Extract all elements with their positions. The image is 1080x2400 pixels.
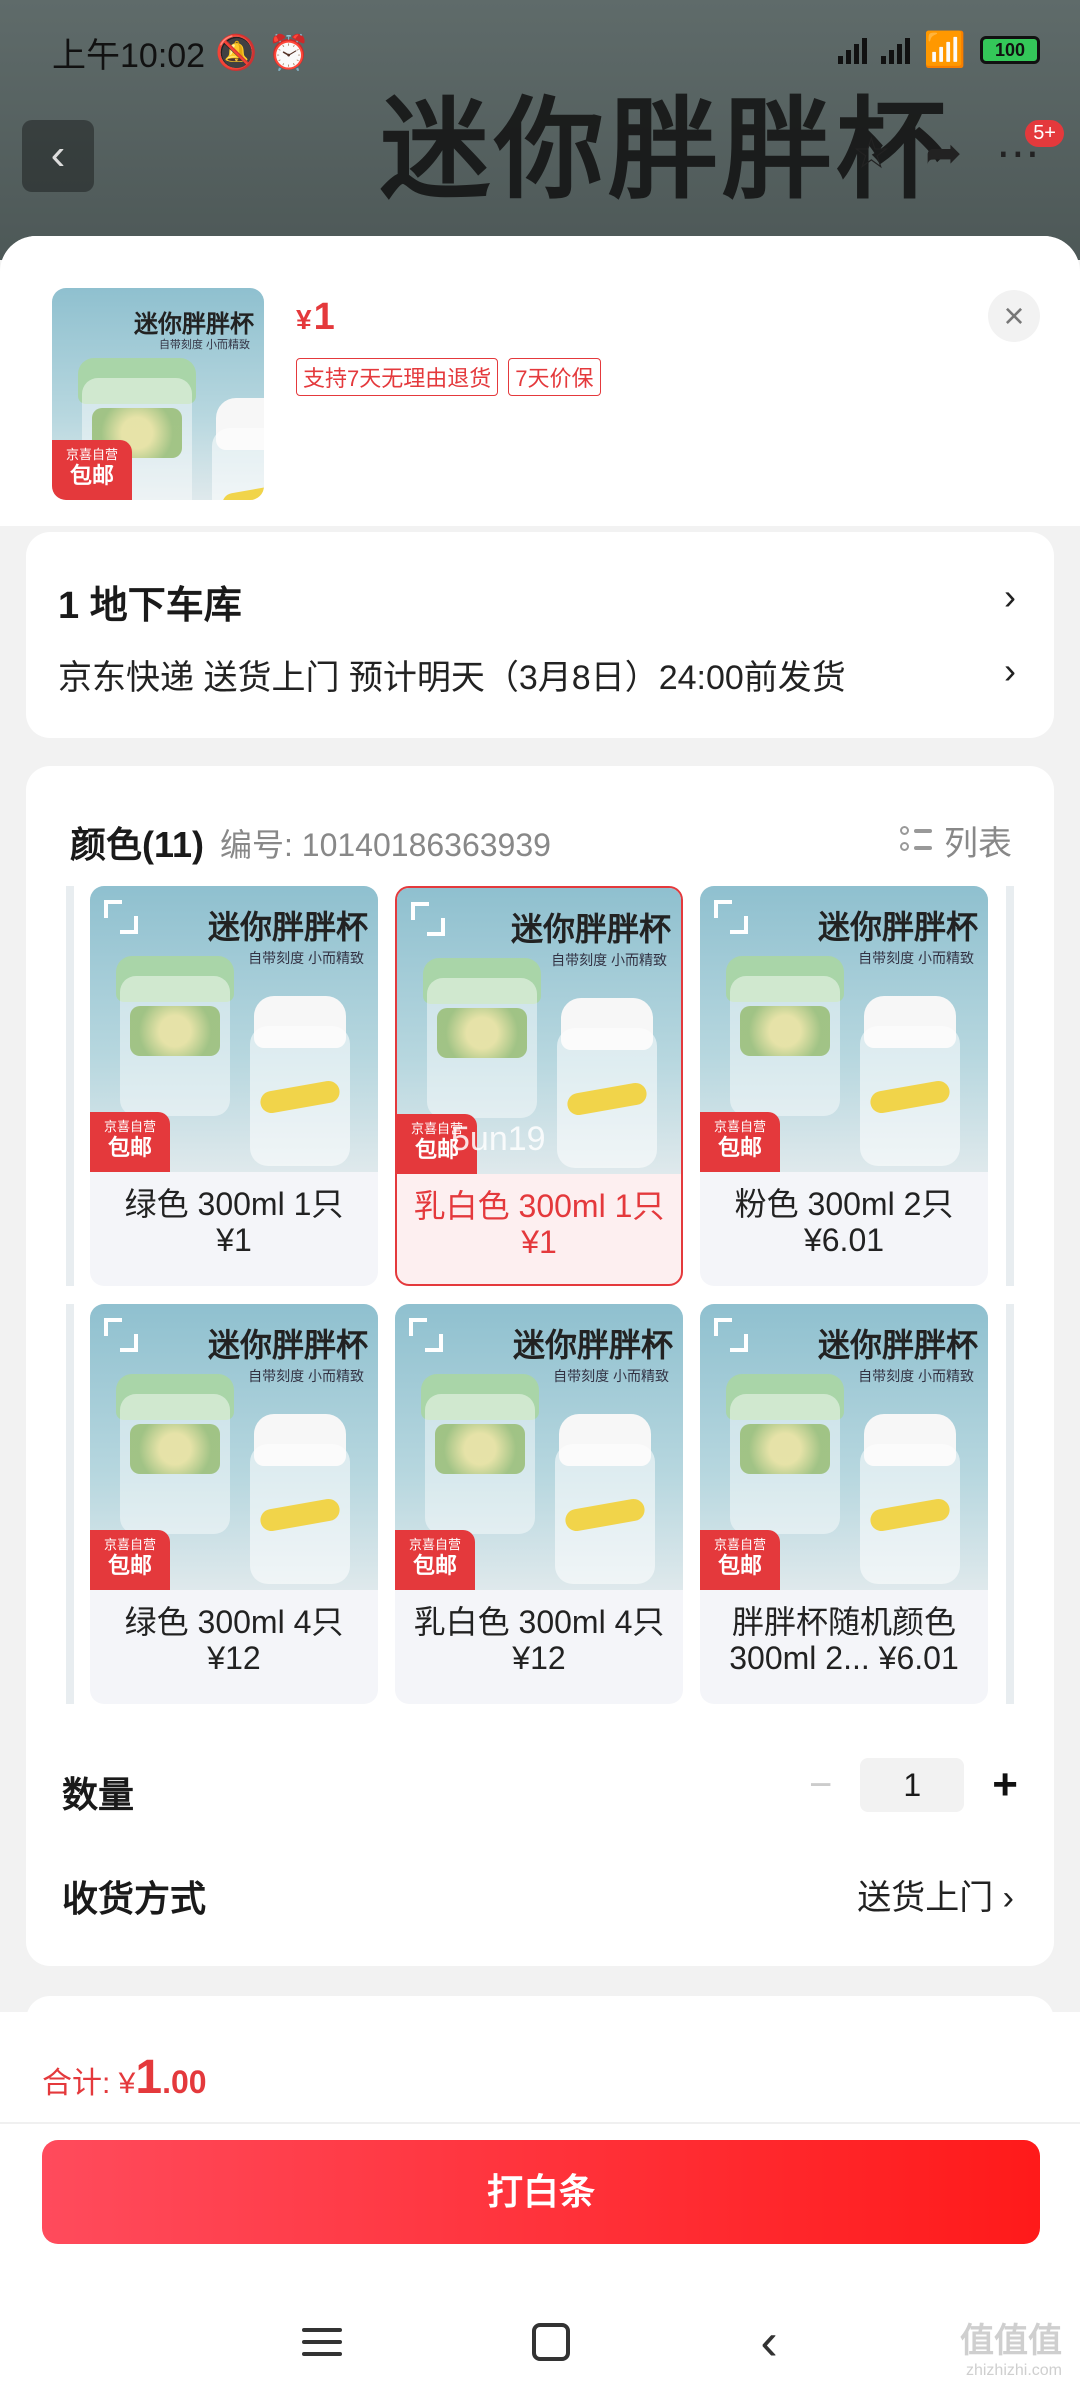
chevron-right-icon: ›	[1004, 650, 1016, 691]
increase-button[interactable]: +	[992, 1760, 1018, 1810]
expand-icon[interactable]	[104, 1318, 138, 1352]
product-price: ¥1	[296, 296, 335, 338]
system-nav-bar: ‹	[0, 2284, 1080, 2400]
status-bar: 上午10:02 🔕 ⏰ 📶 100	[0, 0, 1080, 100]
item-code: 编号: 10140186363939	[220, 827, 551, 863]
service-tags: 支持7天无理由退货 7天价保	[296, 358, 601, 396]
chevron-right-icon: ›	[1004, 576, 1016, 617]
close-button[interactable]: ×	[988, 290, 1040, 342]
mute-icon: 🔕	[215, 33, 258, 72]
variant-grid: 迷你胖胖杯 自带刻度 小而精致 京喜自营 包邮 绿色 300ml 1只 ¥1 迷你胖胖杯…	[26, 886, 1054, 1706]
watermark-text: 5un19	[451, 1120, 546, 1158]
variant-option[interactable]: 迷你胖胖杯 自带刻度 小而精致 京喜自营 包邮 绿色 300ml 1只 ¥1	[90, 886, 378, 1286]
expand-icon[interactable]	[409, 1318, 443, 1352]
back-icon[interactable]: ‹	[760, 2316, 777, 2368]
stamp: 京喜自营 包邮	[52, 440, 132, 500]
star-icon[interactable]: ☆	[852, 128, 891, 179]
chevron-right-icon: ›	[1002, 1879, 1014, 1917]
total-price: 合计: ¥1.00	[42, 2051, 207, 2104]
quantity-stepper: − 1 +	[809, 1758, 1018, 1812]
spec-card: 颜色(11) 编号: 10140186363939 列表 迷你胖胖杯 自带刻度 小…	[26, 766, 1054, 1966]
signal-icon	[837, 36, 867, 64]
clock: 上午10:02	[52, 37, 206, 75]
alarm-icon: ⏰	[267, 33, 310, 72]
variant-option[interactable]: 迷你胖胖杯 自带刻度 小而精致 京喜自营 包邮 绿色 300ml 4只 ¥12	[90, 1304, 378, 1704]
quantity-label: 数量	[62, 1774, 135, 1815]
address-line: 1 地下车库	[58, 585, 242, 627]
expand-icon[interactable]	[411, 902, 445, 936]
product-header: 迷你胖胖杯 自带刻度 小而精致 京喜自营 包邮 ¥1 支持7天无理由退货 7天价保…	[0, 236, 1080, 526]
message-badge: 5+	[1025, 120, 1064, 147]
variant-option[interactable]: 迷你胖胖杯 自带刻度 小而精致 京喜自营 包邮 胖胖杯随机颜色 300ml 2... ¥…	[700, 1304, 988, 1704]
price-protect-tag: 7天价保	[508, 358, 601, 396]
spec-title: 颜色(11)	[70, 824, 205, 865]
checkout-bar: 合计: ¥1.00 打白条 ‹ 值值值 zhizhizhi.com	[0, 2012, 1080, 2400]
list-view-toggle[interactable]: 列表	[900, 816, 1012, 865]
wifi-icon: 📶	[923, 31, 966, 69]
battery-icon: 100	[980, 36, 1040, 64]
delivery-info: 京东快递 送货上门 预计明天（3月8日）24:00前发货	[58, 659, 846, 697]
expand-icon[interactable]	[104, 900, 138, 934]
address-card[interactable]: 1 地下车库 › 京东快递 送货上门 预计明天（3月8日）24:00前发货 ›	[26, 532, 1054, 738]
variant-option[interactable]: 迷你胖胖杯 自带刻度 小而精致 京喜自营 包邮 乳白色 300ml 4只 ¥12	[395, 1304, 683, 1704]
shipping-method[interactable]: 送货上门 ›	[857, 1870, 1014, 1919]
list-icon	[900, 825, 932, 856]
buy-button[interactable]: 打白条	[42, 2140, 1040, 2244]
menu-icon[interactable]	[302, 2328, 343, 2356]
home-icon[interactable]	[532, 2323, 571, 2361]
background-header: 迷你胖胖杯 上午10:02 🔕 ⏰ 📶 100 ‹ ☆ ➦ ⋯ 5+	[0, 0, 1080, 260]
variant-option[interactable]: 迷你胖胖杯 自带刻度 小而精致 京喜自营 包邮 粉色 300ml 2只 ¥6.01	[700, 886, 988, 1286]
shipping-label: 收货方式	[62, 1878, 207, 1919]
share-icon[interactable]: ➦	[925, 128, 962, 179]
decrease-button[interactable]: −	[809, 1763, 832, 1808]
return-tag: 支持7天无理由退货	[296, 358, 499, 396]
expand-icon[interactable]	[714, 1318, 748, 1352]
expand-icon[interactable]	[714, 900, 748, 934]
quantity-input[interactable]: 1	[860, 1758, 965, 1812]
signal-hd-icon	[880, 36, 910, 64]
product-thumbnail[interactable]: 迷你胖胖杯 自带刻度 小而精致 京喜自营 包邮	[52, 288, 264, 500]
variant-option-selected[interactable]: 迷你胖胖杯 自带刻度 小而精致 京喜自营 包邮 5un19 乳白色 300ml 1只 ¥…	[395, 886, 683, 1286]
site-watermark: 值值值 zhizhizhi.com	[960, 2322, 1062, 2379]
back-button[interactable]: ‹	[22, 120, 94, 192]
